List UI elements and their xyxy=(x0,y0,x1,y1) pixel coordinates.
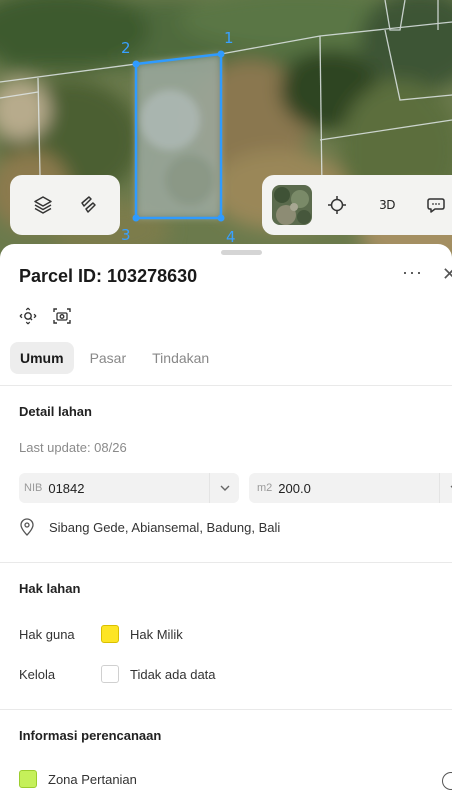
last-update-text: Last update: 08/26 xyxy=(19,440,127,455)
zone-swatch xyxy=(19,770,37,788)
hak-guna-label: Hak guna xyxy=(19,626,75,642)
vertex-label-1: 1 xyxy=(224,29,234,47)
locate-button[interactable] xyxy=(312,185,362,225)
more-options-button[interactable]: ··· xyxy=(402,262,423,283)
toggle-3d-button[interactable]: 3D xyxy=(362,185,412,225)
location-pin-icon xyxy=(20,518,34,536)
divider xyxy=(0,385,452,386)
hak-section-title: Hak lahan xyxy=(19,581,81,596)
chevron-down-icon[interactable] xyxy=(439,473,452,503)
tab-tindakan[interactable]: Tindakan xyxy=(142,342,219,374)
parcel-title: Parcel ID: 103278630 xyxy=(19,266,198,286)
crosshair-icon xyxy=(328,196,346,214)
layers-icon xyxy=(33,196,52,214)
address-row: Sibang Gede, Abiansemal, Badung, Bali xyxy=(19,518,280,536)
vertex-label-3: 3 xyxy=(121,226,131,244)
layers-button[interactable] xyxy=(20,185,65,225)
divider xyxy=(0,562,452,563)
zoom-fit-icon xyxy=(19,307,37,325)
capture-button[interactable] xyxy=(52,306,72,326)
hak-milik-swatch xyxy=(101,625,119,643)
parcel-sheet: Parcel ID: 103278630 ··· ✕ Umum Pasar Ti… xyxy=(0,244,452,804)
hak-guna-value: Hak Milik xyxy=(130,626,183,642)
nib-field[interactable]: NIB 01842 xyxy=(19,473,239,503)
draw-tool-button[interactable] xyxy=(65,185,110,225)
hak-guna-row: Hak guna Hak Milik xyxy=(19,625,183,643)
nib-prefix: NIB xyxy=(24,482,43,494)
chat-button[interactable] xyxy=(412,185,452,225)
map-tools-left xyxy=(10,175,120,235)
area-field[interactable]: m2 200.0 xyxy=(249,473,452,503)
area-unit: m2 xyxy=(257,482,273,494)
map-view[interactable]: 1 2 3 4 3D xyxy=(0,0,452,262)
tab-bar: Umum Pasar Tindakan xyxy=(10,342,219,374)
vertex-label-2: 2 xyxy=(121,39,131,57)
satellite-thumbnail-icon xyxy=(272,185,312,225)
sheet-grabber[interactable] xyxy=(221,250,262,255)
chevron-down-icon[interactable] xyxy=(209,473,239,503)
camera-icon xyxy=(53,308,71,324)
zone-label: Zona Pertanian xyxy=(48,771,137,787)
address-text: Sibang Gede, Abiansemal, Badung, Bali xyxy=(49,519,281,535)
kelola-row: Kelola Tidak ada data xyxy=(19,665,216,683)
basemap-thumbnail[interactable] xyxy=(272,185,312,225)
tab-umum[interactable]: Umum xyxy=(10,342,74,374)
info-icon[interactable] xyxy=(442,772,452,790)
chat-icon xyxy=(427,198,445,213)
divider xyxy=(0,709,452,710)
planning-section-title: Informasi perencanaan xyxy=(19,728,162,743)
zone-row: Zona Pertanian xyxy=(19,770,137,788)
area-value: 200.0 xyxy=(278,480,311,496)
nib-value: 01842 xyxy=(48,480,85,496)
kelola-label: Kelola xyxy=(19,666,56,682)
tab-pasar[interactable]: Pasar xyxy=(80,342,137,374)
kelola-value: Tidak ada data xyxy=(130,666,216,682)
detail-section-title: Detail lahan xyxy=(19,404,92,419)
draw-icon xyxy=(80,196,96,213)
map-tools-right: 3D xyxy=(262,175,452,235)
close-button[interactable]: ✕ xyxy=(442,264,452,285)
zoom-to-parcel-button[interactable] xyxy=(18,306,38,326)
kelola-swatch xyxy=(101,665,119,683)
